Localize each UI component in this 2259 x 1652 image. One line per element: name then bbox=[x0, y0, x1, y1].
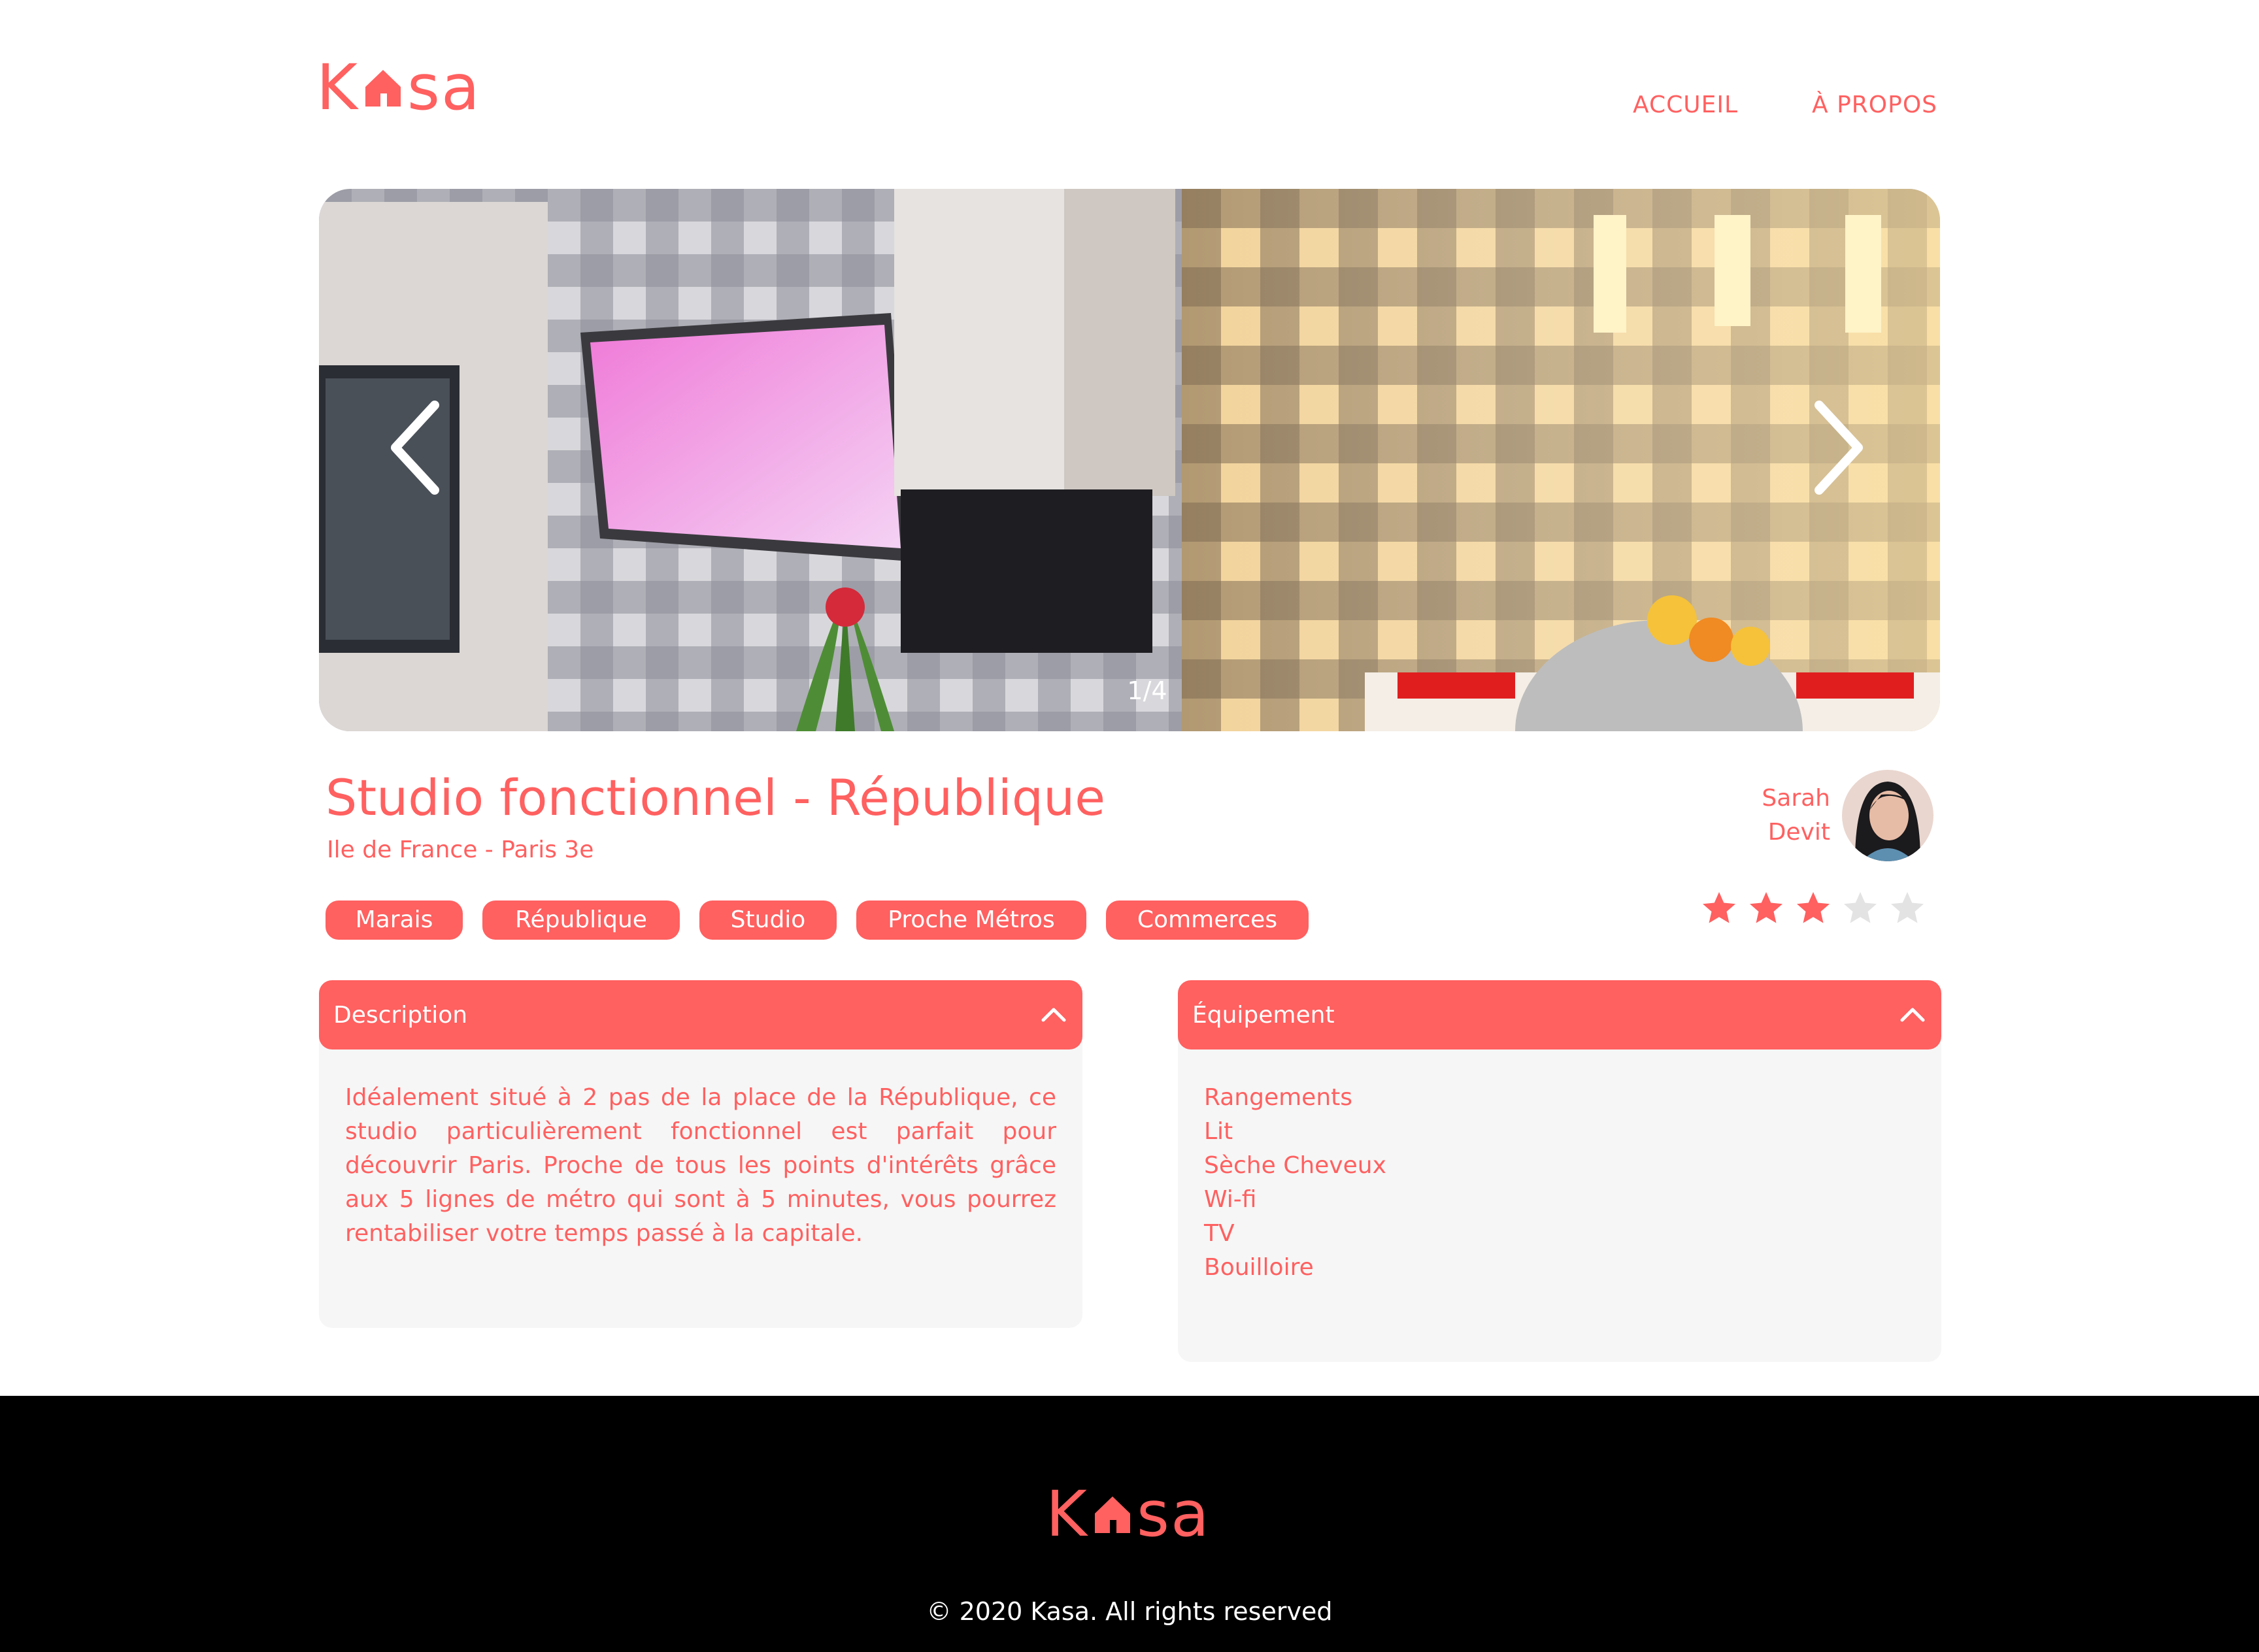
logo-letters-sa: sa bbox=[1136, 1478, 1211, 1551]
host-first-name: Sarah bbox=[1762, 785, 1830, 812]
tag: Marais bbox=[326, 900, 463, 940]
equipment-item: Sèche Cheveux bbox=[1204, 1152, 1386, 1179]
house-icon bbox=[365, 70, 401, 107]
host-avatar bbox=[1842, 770, 1933, 861]
star-filled-icon bbox=[1750, 892, 1782, 923]
listing-page: K sa ACCUEIL À PROPOS 1/4 Studio fonctio… bbox=[0, 0, 2259, 1652]
star-filled-icon bbox=[1797, 892, 1830, 923]
equipment-title: Équipement bbox=[1192, 1001, 1335, 1029]
equipment-list: Rangements Lit Sèche Cheveux Wi-fi TV Bo… bbox=[1204, 1081, 1915, 1285]
nav-link-home[interactable]: ACCUEIL bbox=[1633, 91, 1738, 118]
equipment-collapse: Équipement Rangements Lit Sèche Cheveux … bbox=[1178, 980, 1941, 1362]
equipment-item: Lit bbox=[1204, 1118, 1233, 1145]
tag: Commerces bbox=[1106, 900, 1309, 940]
chevron-up-icon[interactable] bbox=[1039, 1000, 1068, 1029]
tag: République bbox=[482, 900, 680, 940]
star-empty-icon bbox=[1891, 892, 1924, 923]
description-header[interactable]: Description bbox=[319, 980, 1082, 1049]
listing-location: Ile de France - Paris 3e bbox=[327, 836, 594, 863]
description-title: Description bbox=[333, 1001, 468, 1029]
listing-title: Studio fonctionnel - République bbox=[326, 768, 1105, 827]
nav-link-about[interactable]: À PROPOS bbox=[1812, 91, 1937, 118]
host-name: Sarah Devit bbox=[1726, 782, 1830, 850]
equipment-header[interactable]: Équipement bbox=[1178, 980, 1941, 1049]
carousel-next-button[interactable] bbox=[1809, 399, 1875, 497]
tag: Studio bbox=[699, 900, 837, 940]
description-collapse: Description Idéalement situé à 2 pas de … bbox=[319, 980, 1082, 1328]
tag-list: Marais République Studio Proche Métros C… bbox=[326, 900, 1328, 940]
carousel-prev-button[interactable] bbox=[379, 399, 444, 497]
logo-letter-k: K bbox=[316, 51, 359, 124]
logo-letters-sa: sa bbox=[407, 51, 481, 124]
kasa-logo[interactable]: K sa bbox=[316, 55, 481, 120]
star-empty-icon bbox=[1844, 892, 1877, 923]
logo-letter-k: K bbox=[1046, 1478, 1088, 1551]
equipment-body: Rangements Lit Sèche Cheveux Wi-fi TV Bo… bbox=[1178, 1036, 1941, 1362]
carousel-counter: 1/4 bbox=[1127, 676, 1167, 705]
chevron-up-icon[interactable] bbox=[1898, 1000, 1927, 1029]
rating-stars bbox=[1699, 889, 1935, 928]
equipment-item: TV bbox=[1204, 1220, 1235, 1247]
description-body: Idéalement situé à 2 pas de la place de … bbox=[319, 1036, 1082, 1328]
photo-carousel bbox=[319, 189, 1940, 731]
tag: Proche Métros bbox=[856, 900, 1086, 940]
equipment-item: Wi-fi bbox=[1204, 1186, 1257, 1213]
description-text: Idéalement situé à 2 pas de la place de … bbox=[345, 1084, 1056, 1247]
star-filled-icon bbox=[1703, 892, 1735, 923]
house-icon bbox=[1094, 1496, 1130, 1533]
copyright-text: © 2020 Kasa. All rights reserved bbox=[926, 1597, 1333, 1626]
footer-kasa-logo: K sa bbox=[1046, 1478, 1211, 1550]
equipment-item: Rangements bbox=[1204, 1084, 1353, 1111]
carousel-photo bbox=[319, 189, 1940, 731]
equipment-item: Bouilloire bbox=[1204, 1254, 1314, 1281]
host-last-name: Devit bbox=[1767, 819, 1830, 846]
